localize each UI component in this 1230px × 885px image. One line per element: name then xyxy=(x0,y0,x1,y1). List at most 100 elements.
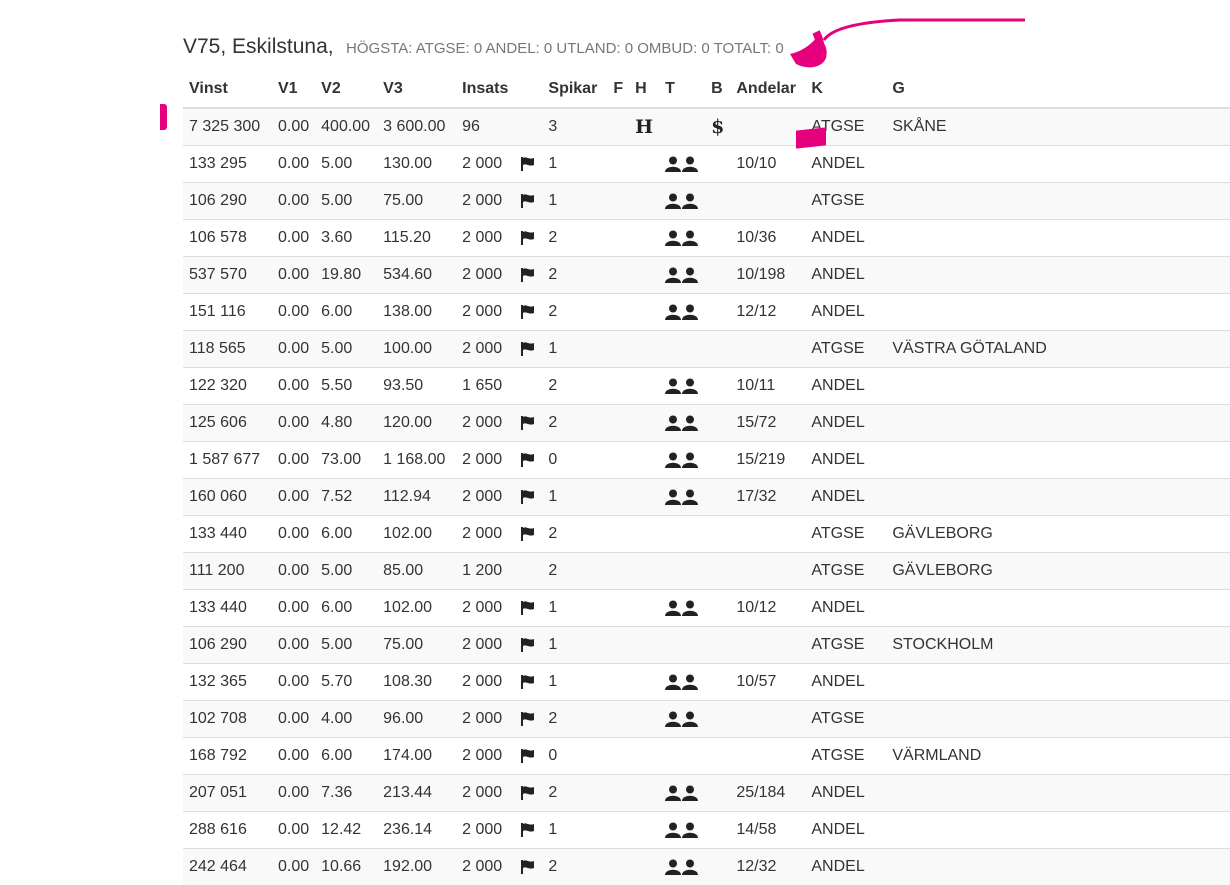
table-row[interactable]: 537 5700.0019.80534.602 000210/198ANDEL xyxy=(183,257,1230,294)
cell-t xyxy=(659,405,705,442)
cell-g: VÄSTRA GÖTALAND xyxy=(886,331,1230,368)
cell-k: ATGSE xyxy=(805,183,886,220)
group-icon[interactable] xyxy=(665,266,699,283)
header-andelar[interactable]: Andelar xyxy=(730,70,805,108)
group-icon[interactable] xyxy=(665,858,699,875)
annotation-left-mark xyxy=(160,104,167,130)
table-row[interactable]: 118 5650.005.00100.002 0001ATGSEVÄSTRA G… xyxy=(183,331,1230,368)
cell-v3: 236.14 xyxy=(377,812,456,849)
flag-icon xyxy=(520,340,536,357)
table-row[interactable]: 106 2900.005.0075.002 0001ATGSESTOCKHOLM xyxy=(183,627,1230,664)
header-v1[interactable]: V1 xyxy=(272,70,315,108)
cell-k-text: ANDEL xyxy=(811,858,864,875)
group-icon[interactable] xyxy=(665,155,699,172)
cell-flag xyxy=(514,775,542,812)
cell-v3: 115.20 xyxy=(377,220,456,257)
table-row[interactable]: 133 4400.006.00102.002 0002ATGSEGÄVLEBOR… xyxy=(183,516,1230,553)
table-row[interactable]: 106 5780.003.60115.202 000210/36ANDEL xyxy=(183,220,1230,257)
cell-vinst-text: 168 792 xyxy=(189,747,247,764)
cell-spikar-text: 2 xyxy=(548,525,557,542)
cell-andelar-text: 10/12 xyxy=(736,599,776,616)
table-row[interactable]: 125 6060.004.80120.002 000215/72ANDEL xyxy=(183,405,1230,442)
header-k[interactable]: K xyxy=(805,70,886,108)
header-v3[interactable]: V3 xyxy=(377,70,456,108)
header-h[interactable]: H xyxy=(629,70,659,108)
cell-b xyxy=(705,442,730,479)
table-row[interactable]: 288 6160.0012.42236.142 000114/58ANDEL xyxy=(183,812,1230,849)
cell-v3-text: 102.00 xyxy=(383,599,432,616)
cell-spikar-text: 2 xyxy=(548,266,557,283)
group-icon[interactable] xyxy=(665,303,699,320)
cell-insats-text: 2 000 xyxy=(462,710,502,727)
table-row[interactable]: 7 325 3000.00400.003 600.00963H$ATGSESKÅ… xyxy=(183,108,1230,146)
group-icon[interactable] xyxy=(665,192,699,209)
group-icon[interactable] xyxy=(665,599,699,616)
cell-g xyxy=(886,775,1230,812)
group-icon[interactable] xyxy=(665,784,699,801)
cell-v1: 0.00 xyxy=(272,738,315,775)
header-t[interactable]: T xyxy=(659,70,705,108)
table-row[interactable]: 111 2000.005.0085.001 2002ATGSEGÄVLEBORG xyxy=(183,553,1230,590)
header-b[interactable]: B xyxy=(705,70,730,108)
cell-t xyxy=(659,553,705,590)
cell-insats-text: 2 000 xyxy=(462,821,502,838)
cell-t xyxy=(659,220,705,257)
group-icon[interactable] xyxy=(665,710,699,727)
table-row[interactable]: 242 4640.0010.66192.002 000212/32ANDEL xyxy=(183,849,1230,885)
group-icon[interactable] xyxy=(665,821,699,838)
header-spikar[interactable]: Spikar xyxy=(542,70,607,108)
header-vinst[interactable]: Vinst xyxy=(183,70,272,108)
table-row[interactable]: 132 3650.005.70108.302 000110/57ANDEL xyxy=(183,664,1230,701)
cell-andelar: 10/198 xyxy=(730,257,805,294)
cell-vinst-text: 160 060 xyxy=(189,488,247,505)
cell-v3: 213.44 xyxy=(377,775,456,812)
table-row[interactable]: 168 7920.006.00174.002 0000ATGSEVÄRMLAND xyxy=(183,738,1230,775)
header-g[interactable]: G xyxy=(886,70,1230,108)
flag-icon xyxy=(520,673,536,690)
cell-k: ANDEL xyxy=(805,368,886,405)
cell-v3: 130.00 xyxy=(377,146,456,183)
group-icon[interactable] xyxy=(665,229,699,246)
header-insats[interactable]: Insats xyxy=(456,70,514,108)
cell-andelar-text: 15/219 xyxy=(736,451,785,468)
cell-v1: 0.00 xyxy=(272,701,315,738)
cell-v2-text: 4.80 xyxy=(321,414,352,431)
cell-v2-text: 10.66 xyxy=(321,858,361,875)
cell-v1: 0.00 xyxy=(272,664,315,701)
group-icon[interactable] xyxy=(665,488,699,505)
cell-spikar-text: 2 xyxy=(548,710,557,727)
header-v2[interactable]: V2 xyxy=(315,70,377,108)
table-row[interactable]: 122 3200.005.5093.501 650210/11ANDEL xyxy=(183,368,1230,405)
cell-insats-text: 2 000 xyxy=(462,784,502,801)
cell-andelar-text: 14/58 xyxy=(736,821,776,838)
group-icon[interactable] xyxy=(665,377,699,394)
table-row[interactable]: 1 587 6770.0073.001 168.002 000015/219AN… xyxy=(183,442,1230,479)
cell-g xyxy=(886,146,1230,183)
cell-v3-text: 3 600.00 xyxy=(383,118,445,135)
cell-g xyxy=(886,590,1230,627)
group-icon[interactable] xyxy=(665,673,699,690)
table-row[interactable]: 133 4400.006.00102.002 000110/12ANDEL xyxy=(183,590,1230,627)
table-row[interactable]: 133 2950.005.00130.002 000110/10ANDEL xyxy=(183,146,1230,183)
cell-b xyxy=(705,849,730,885)
cell-k-text: ATGSE xyxy=(811,636,864,653)
table-row[interactable]: 160 0600.007.52112.942 000117/32ANDEL xyxy=(183,479,1230,516)
group-icon[interactable] xyxy=(665,414,699,431)
cell-t xyxy=(659,516,705,553)
table-row[interactable]: 151 1160.006.00138.002 000212/12ANDEL xyxy=(183,294,1230,331)
cell-insats: 96 xyxy=(456,108,514,146)
cell-v1-text: 0.00 xyxy=(278,710,309,727)
cell-vinst-text: 106 290 xyxy=(189,636,247,653)
cell-v1-text: 0.00 xyxy=(278,266,309,283)
cell-v1: 0.00 xyxy=(272,553,315,590)
table-row[interactable]: 102 7080.004.0096.002 0002ATGSE xyxy=(183,701,1230,738)
cell-spikar: 2 xyxy=(542,405,607,442)
table-row[interactable]: 106 2900.005.0075.002 0001ATGSE xyxy=(183,183,1230,220)
cell-h xyxy=(629,220,659,257)
cell-v3-text: 85.00 xyxy=(383,562,423,579)
header-f[interactable]: F xyxy=(607,70,629,108)
cell-spikar: 1 xyxy=(542,479,607,516)
group-icon[interactable] xyxy=(665,451,699,468)
flag-icon xyxy=(520,303,536,320)
table-row[interactable]: 207 0510.007.36213.442 000225/184ANDEL xyxy=(183,775,1230,812)
